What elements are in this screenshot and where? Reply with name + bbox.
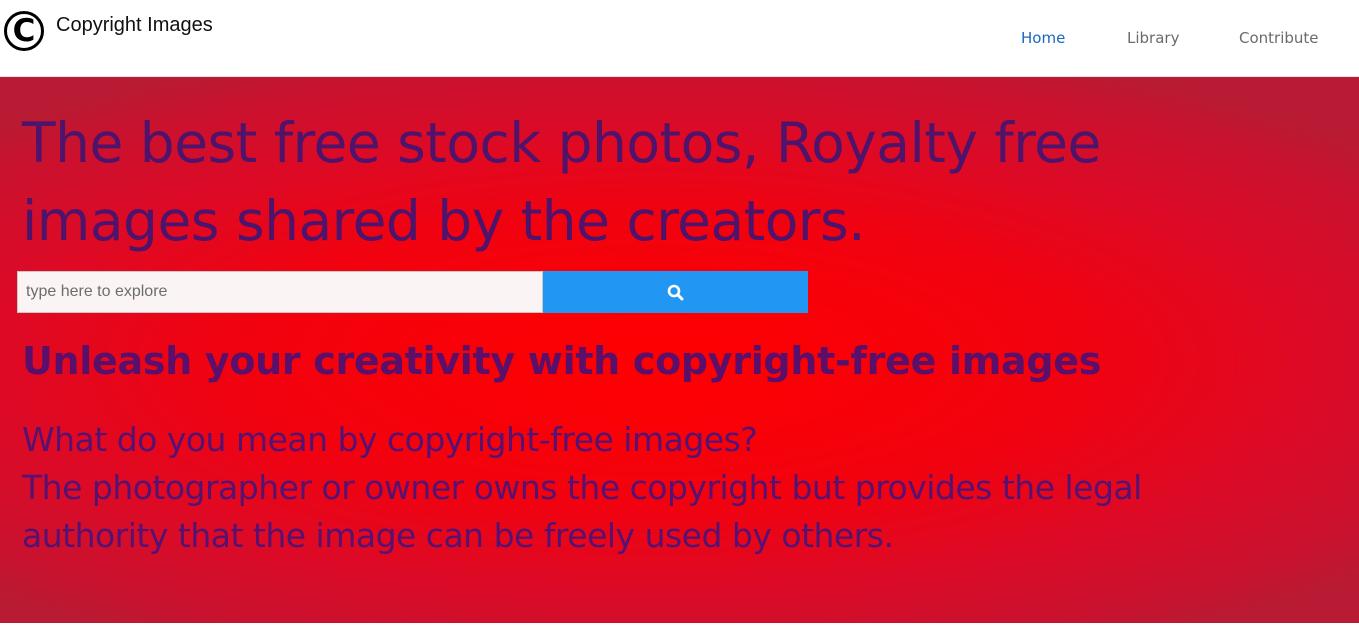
hero-title: The best free stock photos, Royalty free…	[22, 111, 1101, 253]
search-input[interactable]	[17, 271, 543, 313]
description-question: What do you mean by copyright-free image…	[22, 420, 758, 459]
hero-description: What do you mean by copyright-free image…	[22, 416, 1302, 560]
logo-glyph: C	[12, 12, 36, 49]
search-button[interactable]	[543, 271, 808, 313]
brand-name[interactable]: Copyright Images	[56, 14, 213, 37]
description-answer-line1: The photographer or owner owns the copyr…	[22, 468, 1142, 507]
nav-link-contribute[interactable]: Contribute	[1239, 29, 1319, 47]
nav-link-home[interactable]: Home	[1021, 29, 1065, 47]
hero-subtitle: Unleash your creativity with copyright-f…	[22, 339, 1102, 383]
copyright-logo-icon[interactable]: C	[4, 11, 44, 51]
description-answer-line2: authority that the image can be freely u…	[22, 516, 894, 555]
search-icon	[667, 284, 684, 300]
navbar: C Copyright Images Home Library Contribu…	[0, 0, 1359, 77]
nav-link-library[interactable]: Library	[1127, 29, 1179, 47]
